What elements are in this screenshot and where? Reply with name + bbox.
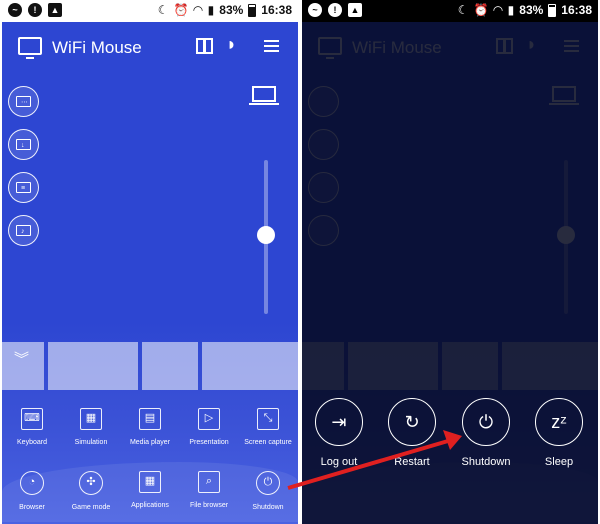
left-click-button[interactable]: [48, 342, 138, 390]
browser-label: Browser: [19, 504, 45, 511]
messenger-icon: ~: [308, 3, 322, 17]
file-browser-icon: ⌕: [198, 471, 220, 493]
image-icon: ▲: [48, 3, 62, 17]
log-out-label: Log out: [320, 456, 358, 468]
log-out-button[interactable]: ⇥: [315, 398, 363, 446]
screen-capture-label: Screen capture: [244, 439, 292, 446]
sleep-icon: zᶻ: [551, 412, 567, 432]
file-browser-label: File browser: [189, 502, 229, 509]
alarm-icon: ⏰: [173, 3, 189, 17]
clock: 16:38: [561, 3, 592, 17]
keyboard-label: Keyboard: [17, 439, 47, 446]
clock: 16:38: [261, 3, 292, 17]
mouse-button-row: ︾: [2, 342, 298, 390]
moon-icon: ☾: [157, 3, 169, 17]
messenger-icon: ~: [8, 3, 22, 17]
game-mode-tool[interactable]: ✣ Game mode: [61, 471, 121, 511]
file-browser-tool[interactable]: ⌕ File browser: [179, 471, 239, 509]
simulation-label: Simulation: [74, 439, 108, 446]
restart-icon: ↻: [404, 412, 420, 432]
game-mode-label: Game mode: [71, 504, 111, 511]
gift-icon[interactable]: [196, 38, 213, 54]
dim-overlay[interactable]: [302, 22, 598, 524]
app-title: WiFi Mouse: [52, 38, 142, 57]
shutdown-label: Shutdown: [461, 456, 511, 468]
signal-icon: ▮: [507, 3, 515, 17]
screen-capture-tool[interactable]: ⤡ Screen capture: [238, 408, 298, 446]
moon-icon: ☾: [457, 3, 469, 17]
middle-click-button[interactable]: [142, 342, 198, 390]
keyboard-tool[interactable]: ⌨ Keyboard: [2, 408, 62, 446]
media-player-icon: ▤: [139, 408, 161, 430]
shutdown-button[interactable]: ⏻: [462, 398, 510, 446]
wifi-icon[interactable]: ◗: [226, 34, 237, 55]
app-screen: WiFi Mouse ◗ ⋯ ↓ ≡ ♪ ︾ ⌨ Keyboard ▦ Simu…: [2, 22, 298, 524]
presentation-icon: ▷: [198, 408, 220, 430]
logout-icon: ⇥: [331, 412, 347, 432]
presentation-label: Presentation: [189, 439, 229, 446]
alarm-icon: ⏰: [473, 3, 489, 17]
browser-icon: ◔: [20, 471, 44, 495]
power-icon: ⏻: [478, 412, 494, 432]
status-bar: ~ ! ▲ ☾ ⏰ ◠ ▮ 83% 16:38: [302, 0, 598, 22]
browser-tool[interactable]: ◔ Browser: [2, 471, 62, 511]
right-click-button[interactable]: [202, 342, 298, 390]
power-icon: ⏻: [256, 471, 280, 495]
left-screen: ~ ! ▲ ☾ ⏰ ◠ ▮ 83% 16:38 WiFi Mouse ◗ ⋯ ↓…: [2, 0, 298, 524]
shutdown-tool[interactable]: ⏻ Shutdown: [238, 471, 298, 511]
alert-icon: !: [28, 3, 42, 17]
expand-button[interactable]: ︾: [2, 342, 44, 390]
battery-icon: [248, 3, 257, 17]
signal-icon: ▮: [207, 3, 215, 17]
battery-icon: [548, 3, 557, 17]
app-bar: WiFi Mouse ◗: [2, 22, 298, 74]
media-player-label: Media player: [129, 439, 171, 446]
simulation-icon: ▦: [80, 408, 102, 430]
battery-percent: 83%: [219, 3, 244, 17]
slider-thumb[interactable]: [257, 226, 275, 244]
wifi-status-icon: ◠: [493, 3, 503, 17]
wifi-status-icon: ◠: [193, 3, 203, 17]
sleep-button[interactable]: zᶻ: [535, 398, 583, 446]
applications-tool[interactable]: ▦ Applications: [120, 471, 180, 509]
battery-percent: 83%: [519, 3, 544, 17]
folder-download-button[interactable]: ↓: [8, 129, 39, 160]
simulation-tool[interactable]: ▦ Simulation: [61, 408, 121, 446]
media-player-tool[interactable]: ▤ Media player: [120, 408, 180, 446]
gamepad-icon: ✣: [79, 471, 103, 495]
keyboard-icon: ⌨: [21, 408, 43, 430]
monitor-icon[interactable]: [18, 37, 42, 59]
laptop-icon[interactable]: [249, 86, 279, 105]
applications-icon: ▦: [139, 471, 161, 493]
applications-label: Applications: [131, 502, 169, 509]
presentation-tool[interactable]: ▷ Presentation: [179, 408, 239, 446]
image-icon: ▲: [348, 3, 362, 17]
chevron-down-icon: ︾: [14, 351, 30, 368]
restart-button[interactable]: ↻: [388, 398, 436, 446]
folder-list-button[interactable]: ⋯: [8, 86, 39, 117]
folder-music-button[interactable]: ♪: [8, 215, 39, 246]
folder-document-button[interactable]: ≡: [8, 172, 39, 203]
shutdown-label: Shutdown: [252, 504, 284, 511]
screen-capture-icon: ⤡: [257, 408, 279, 430]
right-screen: WiFi Mouse ◗ ~ ! ▲ ☾ ⏰ ◠ ▮: [302, 0, 598, 524]
status-bar: ~ ! ▲ ☾ ⏰ ◠ ▮ 83% 16:38: [2, 0, 298, 22]
alert-icon: !: [328, 3, 342, 17]
sleep-label: Sleep: [544, 456, 574, 468]
menu-icon[interactable]: [264, 40, 279, 52]
restart-label: Restart: [394, 456, 430, 468]
